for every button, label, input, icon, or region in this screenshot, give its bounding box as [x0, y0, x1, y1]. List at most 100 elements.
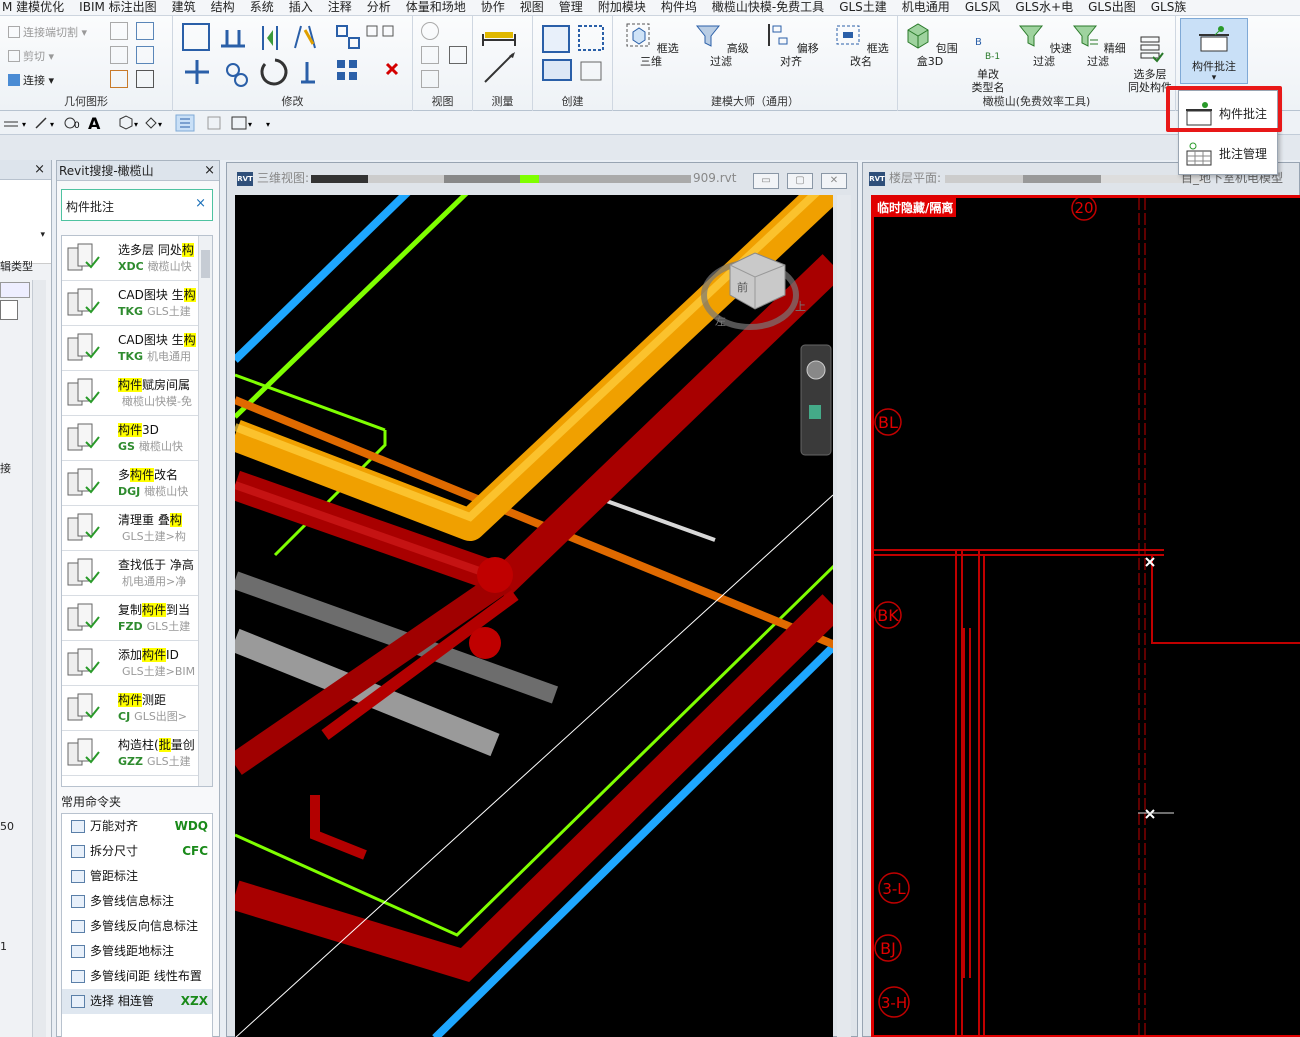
menu-item-annotation-management[interactable]: 批注管理 — [1183, 137, 1275, 171]
menu-item[interactable]: 分析 — [360, 0, 399, 15]
menu-item[interactable]: 建筑 — [165, 0, 204, 15]
paint-icon[interactable] — [110, 70, 128, 88]
type-selector[interactable]: ▾ — [0, 180, 51, 264]
menu-item[interactable]: 结构 — [204, 0, 243, 15]
menu-item[interactable]: 构件坞 — [654, 0, 705, 15]
search-result-item[interactable]: 查找低于 净高 机电通用>净 — [62, 551, 212, 596]
modify-tools-icon[interactable] — [177, 20, 409, 92]
search-result-item[interactable]: 复制构件到当 FZD GLS土建 — [62, 596, 212, 641]
ribbon-group-view: 视图 — [413, 16, 473, 111]
bulb-icon[interactable] — [421, 22, 439, 40]
result-title: 复制构件到当 — [118, 603, 191, 617]
menu-item[interactable]: GLS土建 — [832, 0, 895, 15]
menu-item[interactable]: 管理 — [552, 0, 591, 15]
join-cut-button[interactable]: 连接端切割 ▾ — [8, 24, 87, 40]
rename-type-button[interactable]: B B-1 单改 类型名 — [960, 20, 1016, 94]
component-annotation-button[interactable]: 构件批注 ▾ — [1180, 18, 1248, 84]
geometry-tool-icon[interactable] — [136, 46, 154, 64]
bounding-box-3d-button[interactable]: 包围盒3D — [900, 20, 960, 68]
multi-level-icon — [1140, 36, 1164, 63]
cut-button[interactable]: 剪切 ▾ — [8, 48, 54, 64]
ribbon-group-measure: 测量 — [473, 16, 533, 111]
command-icon — [71, 970, 85, 983]
search-result-item[interactable]: 清理重 叠构 GLS土建>构 — [62, 506, 212, 551]
menu-item[interactable]: 系统 — [243, 0, 282, 15]
menu-item[interactable]: GLS水+电 — [1008, 0, 1081, 15]
join-button[interactable]: 连接 ▾ — [8, 72, 54, 88]
search-input[interactable]: 构件批注 × — [61, 189, 213, 221]
minimize-button[interactable]: ▭ — [753, 173, 779, 189]
common-command-item[interactable]: 多管线信息标注 — [62, 889, 212, 914]
properties-scrollbar[interactable] — [32, 280, 46, 1037]
linework-icon[interactable] — [449, 46, 467, 64]
property-group-header[interactable] — [0, 282, 30, 298]
common-command-item[interactable]: 万能对齐 WDQ — [62, 814, 212, 839]
quick-filter-button[interactable]: 快速过滤 — [1016, 20, 1072, 68]
menu-item[interactable]: 视图 — [513, 0, 552, 15]
menu-item[interactable]: GLS族 — [1144, 0, 1195, 15]
menu-item[interactable]: IBIM 标注出图 — [72, 0, 164, 15]
scroll-thumb[interactable] — [201, 250, 210, 278]
floor-plan-canvas[interactable]: 临时隐藏/隔离 20 BL BK 3-L BJ 3-H — [871, 195, 1300, 1037]
menu-item[interactable]: M 建模优化 — [0, 0, 72, 15]
command-icon — [71, 870, 85, 883]
search-result-item[interactable]: 多构件改名 DGJ 橄榄山快 — [62, 461, 212, 506]
common-command-item[interactable]: 选择 相连管 XZX — [62, 989, 212, 1014]
multi-level-select-button[interactable]: 选多层 同处构件 — [1124, 20, 1176, 94]
result-meta: GLS土建>BIM — [122, 665, 196, 678]
close-button[interactable]: ✕ — [821, 173, 847, 189]
search-result-item[interactable]: 构件3D GS 橄榄山快 — [62, 416, 212, 461]
eraser-icon[interactable] — [421, 70, 439, 88]
search-result-item[interactable]: CAD图块 生构 TKG GLS土建 — [62, 281, 212, 326]
common-command-item[interactable]: 多管线距地标注 — [62, 939, 212, 964]
common-command-item[interactable]: 多管线反向信息标注 — [62, 914, 212, 939]
menu-item[interactable]: 插入 — [282, 0, 321, 15]
measure-icon[interactable] — [479, 22, 529, 88]
maximize-button[interactable]: ▢ — [787, 173, 813, 189]
blue-pipe — [432, 642, 833, 1037]
pen-icon[interactable] — [421, 46, 439, 64]
menu-item[interactable]: GLS出图 — [1081, 0, 1144, 15]
quick-toolbar-icons[interactable]: ▾ ▾ 0 A ▾ ▾ ▾ ▾ — [2, 114, 282, 132]
search-result-item[interactable]: CAD图块 生构 TKG 机电通用 — [62, 326, 212, 371]
search-result-item[interactable]: 构造柱(批量创 GZZ GLS土建 — [62, 731, 212, 776]
menu-item[interactable]: 机电通用 — [895, 0, 958, 15]
box-rename-button[interactable]: 框选改名 — [831, 20, 891, 68]
close-icon[interactable]: × — [34, 162, 45, 177]
ribbon-group-modify: 修改 — [173, 16, 413, 111]
hammer-icon[interactable] — [136, 70, 154, 88]
menu-item[interactable]: 体量和场地 — [399, 0, 474, 15]
common-command-item[interactable]: 拆分尺寸 CFC — [62, 839, 212, 864]
results-scrollbar[interactable] — [198, 236, 212, 786]
view-3d-canvas[interactable]: 前 左 上 — [235, 195, 833, 1037]
close-icon[interactable]: × — [204, 161, 215, 181]
dropdown-arrow-icon: ▾ — [1211, 73, 1217, 83]
chevron-down-icon[interactable]: ▾ — [40, 230, 45, 240]
geometry-tool-icon[interactable] — [136, 22, 154, 40]
menu-item[interactable]: 注释 — [321, 0, 360, 15]
menu-item[interactable]: 附加模块 — [591, 0, 654, 15]
menu-item[interactable]: 协作 — [474, 0, 513, 15]
box-select-3d-button[interactable]: 框选三维 — [621, 20, 681, 68]
edit-type-label[interactable]: 辑类型 — [0, 258, 33, 274]
advanced-filter-button[interactable]: 高级过滤 — [691, 20, 751, 68]
common-command-item[interactable]: 多管线间距 线性布置 — [62, 964, 212, 989]
search-result-item[interactable]: 选多层 同处构 XDC 橄榄山快 — [62, 236, 212, 281]
fine-filter-button[interactable]: 精细过滤 — [1070, 20, 1126, 68]
menu-item[interactable]: GLS风 — [958, 0, 1009, 15]
property-field[interactable] — [0, 300, 18, 320]
offset-align-button[interactable]: 偏移对齐 — [761, 20, 821, 68]
search-result-item[interactable]: 构件赋房间属 橄榄山快模-免 — [62, 371, 212, 416]
navigation-bar[interactable] — [800, 344, 832, 456]
geometry-tool-icon[interactable] — [110, 46, 128, 64]
plan-drawing: 20 BL BK 3-L BJ 3-H — [874, 198, 1300, 1035]
clear-icon[interactable]: × — [195, 196, 206, 211]
common-command-item[interactable]: 管距标注 — [62, 864, 212, 889]
view-3d-scrollbar[interactable] — [837, 195, 851, 1037]
thin-pipe — [589, 493, 716, 542]
create-icon[interactable] — [539, 22, 609, 88]
search-result-item[interactable]: 添加构件ID GLS土建>BIM — [62, 641, 212, 686]
search-result-item[interactable]: 构件测距 CJ GLS出图> — [62, 686, 212, 731]
menu-item[interactable]: 橄榄山快模-免费工具 — [705, 0, 832, 15]
geometry-tool-icon[interactable] — [110, 22, 128, 40]
